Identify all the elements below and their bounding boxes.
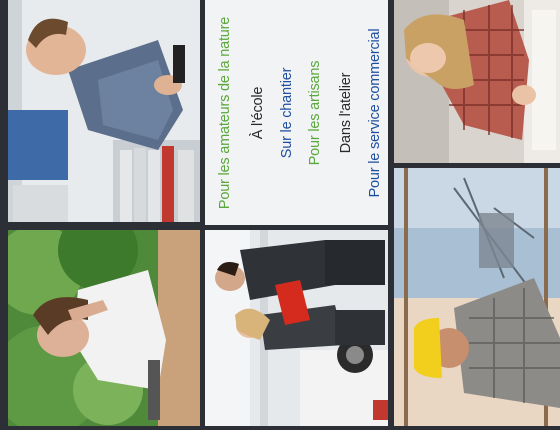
text-line-sales: Pour le service commercial [367, 28, 383, 197]
text-line-nature: Pour les amateurs de la nature [217, 16, 233, 209]
photo-construction-worker [394, 168, 560, 426]
text-line-school: À l'école [250, 86, 266, 139]
text-line-construction: Sur le chantier [279, 67, 295, 158]
text-line-artisans: Pour les artisans [307, 60, 323, 165]
photo-office-man [8, 0, 200, 222]
text-line-workshop: Dans l'atelier [338, 72, 354, 153]
text-panel: Pour les amateurs de la nature À l'école… [205, 0, 388, 225]
photo-two-people-car [205, 230, 388, 426]
photo-woman-student [394, 0, 560, 163]
photo-woman-thinking [8, 230, 200, 426]
